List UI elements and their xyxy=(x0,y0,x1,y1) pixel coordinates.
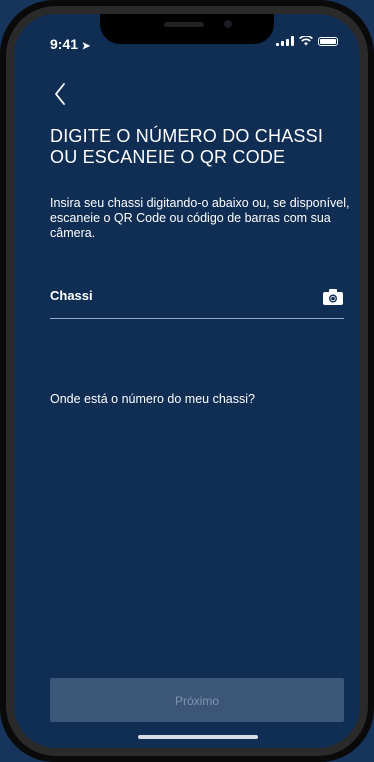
app-screen: 9:41 ➤ DIGITE O NÚMERO DO CHASSI OU ESCA… xyxy=(14,14,360,748)
next-button[interactable]: Próximo xyxy=(50,678,344,722)
chassis-location-help-link[interactable]: Onde está o número do meu chassi? xyxy=(50,392,255,406)
cellular-signal-icon xyxy=(276,36,294,46)
chevron-left-icon xyxy=(55,83,65,105)
status-indicators xyxy=(276,36,338,46)
back-button[interactable] xyxy=(50,80,74,108)
page-title: DIGITE O NÚMERO DO CHASSI OU ESCANEIE O … xyxy=(50,126,324,167)
status-time: 9:41 ➤ xyxy=(50,36,90,52)
chassis-label: Chassi xyxy=(50,288,93,303)
battery-icon xyxy=(318,36,338,46)
speaker-grille xyxy=(164,22,204,27)
camera-icon xyxy=(323,289,343,305)
chassis-input[interactable]: Chassi xyxy=(50,282,344,319)
wifi-icon xyxy=(299,36,313,46)
notch xyxy=(100,14,274,44)
instructions-text: Insira seu chassi digitando-o abaixo ou,… xyxy=(50,196,350,240)
home-indicator[interactable] xyxy=(138,735,258,739)
front-camera xyxy=(224,20,232,28)
scan-camera-button[interactable] xyxy=(322,288,344,306)
status-time-text: 9:41 xyxy=(50,36,79,52)
phone-frame: 9:41 ➤ DIGITE O NÚMERO DO CHASSI OU ESCA… xyxy=(0,0,374,762)
location-arrow-icon: ➤ xyxy=(81,41,91,52)
